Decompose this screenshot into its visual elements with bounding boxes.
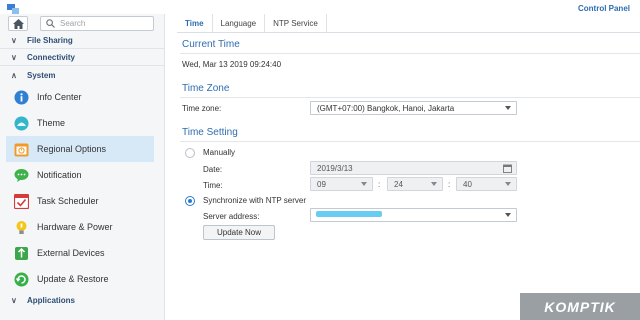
date-value: 2019/3/13 (317, 163, 353, 173)
time-zone-value: (GMT+07:00) Bangkok, Hanoi, Jakarta (317, 103, 455, 113)
sidebar-item-label: Task Scheduler (37, 196, 99, 206)
date-field[interactable]: 2019/3/13 (310, 161, 517, 175)
control-panel-logo (7, 4, 19, 14)
divider (180, 53, 640, 54)
sidebar-section-applications[interactable]: ∨ Applications (0, 292, 165, 308)
sidebar-item-label: External Devices (37, 248, 105, 258)
tab-ntp-service[interactable]: NTP Service (265, 14, 327, 32)
sidebar-item-label: Notification (37, 170, 82, 180)
time-separator: : (378, 180, 381, 189)
hour-select[interactable]: 09 (310, 177, 373, 191)
time-setting-heading: Time Setting (182, 127, 238, 138)
chevron-down-icon: ∨ (11, 53, 17, 62)
time-zone-select[interactable]: (GMT+07:00) Bangkok, Hanoi, Jakarta (310, 101, 517, 115)
manually-label: Manually (203, 148, 236, 157)
sidebar-item-theme[interactable]: Theme (6, 110, 154, 136)
dropdown-arrow-icon (505, 182, 511, 186)
home-button[interactable] (8, 16, 28, 31)
second-value: 40 (463, 179, 472, 189)
search-box[interactable] (40, 16, 154, 31)
sidebar-item-external-devices[interactable]: External Devices (6, 240, 154, 266)
current-time-heading: Current Time (182, 39, 240, 50)
sidebar-item-task-scheduler[interactable]: Task Scheduler (6, 188, 154, 214)
tab-time[interactable]: Time (177, 14, 213, 32)
section-label: System (27, 70, 56, 80)
sidebar-item-label: Info Center (37, 92, 82, 102)
sidebar-item-label: Theme (37, 118, 66, 128)
window-title: Control Panel (577, 4, 630, 13)
dropdown-arrow-icon (431, 182, 437, 186)
sidebar-item-notification[interactable]: Notification (6, 162, 154, 188)
dropdown-arrow-icon (361, 182, 367, 186)
search-input[interactable] (60, 19, 150, 28)
hardware-power-icon (13, 219, 29, 235)
current-time-value: Wed, Mar 13 2019 09:24:40 (182, 60, 282, 69)
sidebar-item-label: Update & Restore (37, 274, 109, 284)
external-devices-icon (13, 245, 29, 261)
sidebar-item-label: Regional Options (37, 144, 107, 154)
ntp-sync-label: Synchronize with NTP server (203, 196, 306, 205)
theme-icon (13, 115, 29, 131)
redacted-server-address (316, 211, 382, 217)
regional-options-icon (13, 141, 29, 157)
tab-language[interactable]: Language (213, 14, 266, 32)
divider (180, 97, 640, 98)
sidebar: ∨ File Sharing ∨ Connectivity ∧ System I… (0, 14, 165, 320)
time-label: Time: (203, 181, 223, 190)
chevron-down-icon: ∨ (11, 36, 17, 45)
sidebar-item-info-center[interactable]: Info Center (6, 84, 154, 110)
server-address-label: Server address: (203, 212, 260, 221)
home-icon (12, 18, 24, 29)
watermark-text: KOMPTIK (544, 298, 616, 315)
search-icon (46, 19, 55, 28)
update-restore-icon (13, 271, 29, 287)
task-scheduler-icon (13, 193, 29, 209)
tab-bar: Time Language NTP Service (177, 14, 327, 32)
manually-radio[interactable] (185, 148, 195, 158)
tab-divider (177, 32, 640, 33)
sidebar-item-regional-options[interactable]: Regional Options (6, 136, 154, 162)
sidebar-item-hardware-power[interactable]: Hardware & Power (6, 214, 154, 240)
time-separator: : (448, 180, 451, 189)
date-label: Date: (203, 165, 223, 174)
sidebar-section-connectivity[interactable]: ∨ Connectivity (0, 50, 165, 66)
hour-value: 09 (317, 179, 326, 189)
sidebar-item-update-restore[interactable]: Update & Restore (6, 266, 154, 292)
info-icon (13, 89, 29, 105)
update-now-button[interactable]: Update Now (203, 225, 275, 240)
notification-icon (13, 167, 29, 183)
divider (180, 141, 640, 142)
sidebar-item-label: Hardware & Power (37, 222, 113, 232)
sidebar-section-file-sharing[interactable]: ∨ File Sharing (0, 33, 165, 49)
sidebar-section-system[interactable]: ∧ System (0, 67, 165, 83)
section-label: Connectivity (27, 53, 76, 62)
second-select[interactable]: 40 (456, 177, 517, 191)
time-zone-label: Time zone: (182, 104, 222, 113)
dropdown-arrow-icon (505, 106, 511, 110)
time-zone-heading: Time Zone (182, 83, 230, 94)
calendar-icon (503, 164, 512, 173)
section-label: File Sharing (27, 36, 73, 45)
watermark-logo: KOMPTIK (520, 293, 640, 320)
title-bar: Control Panel (0, 0, 640, 14)
dropdown-arrow-icon (505, 213, 511, 217)
chevron-down-icon: ∨ (11, 295, 17, 305)
minute-select[interactable]: 24 (387, 177, 443, 191)
section-label: Applications (27, 295, 76, 305)
minute-value: 24 (394, 179, 403, 189)
ntp-sync-radio[interactable] (185, 196, 195, 206)
chevron-up-icon: ∧ (11, 70, 17, 80)
